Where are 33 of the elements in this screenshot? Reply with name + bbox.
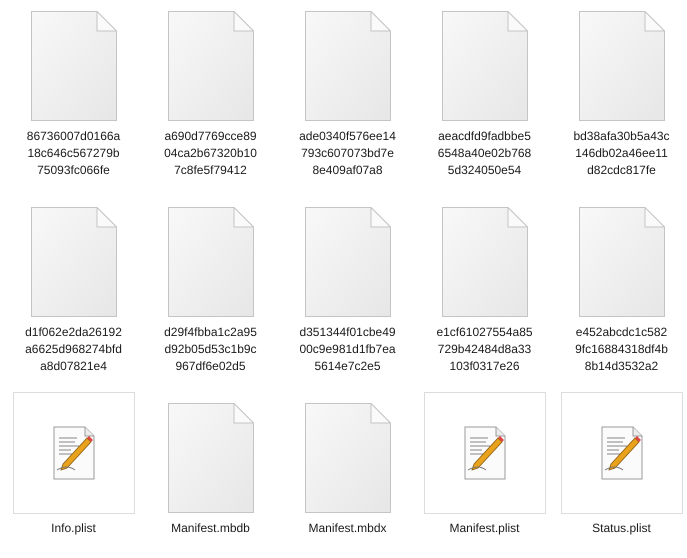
file-name: a690d7769cce8904ca2b67320b107c8fe5f79412	[163, 128, 258, 179]
file-name: d351344f01cbe4900c9e981d1fb7ea5614e7c2e5	[298, 324, 396, 375]
blank-file-icon[interactable]	[30, 11, 116, 121]
file-name: 86736007d0166a18c646c567279b75093fc066fe	[26, 128, 122, 179]
document-thumbnail[interactable]	[424, 392, 546, 514]
pencil-document-icon	[464, 426, 506, 480]
blank-file-icon[interactable]	[304, 207, 390, 317]
blank-file-icon[interactable]	[304, 403, 390, 513]
blank-file-icon[interactable]	[304, 11, 390, 121]
blank-file-icon[interactable]	[442, 11, 528, 121]
file-name: Manifest.plist	[448, 520, 521, 537]
blank-file-icon[interactable]	[578, 11, 664, 121]
file-name: Status.plist	[591, 520, 652, 537]
blank-file-icon[interactable]	[168, 11, 254, 121]
blank-file-icon[interactable]	[442, 207, 528, 317]
file-name: e452abcdc1c5829fc16884318df4b8b14d3532a2	[574, 324, 669, 375]
file-name: e1cf61027554a85729b42484d8a33103f0317e26	[436, 324, 534, 375]
pencil-document-icon	[52, 426, 94, 480]
document-thumbnail[interactable]	[560, 392, 682, 514]
file-name: Manifest.mbdx	[307, 520, 388, 537]
file-name: aeacdfd9fadbbe56548a40e02b7685d324050e54	[436, 128, 532, 179]
blank-file-icon[interactable]	[30, 207, 116, 317]
file-name: bd38afa30b5a43c146db02a46ee11d82cdc817fe	[572, 128, 670, 179]
document-thumbnail[interactable]	[12, 392, 134, 514]
blank-file-icon[interactable]	[168, 403, 254, 513]
file-name: Info.plist	[50, 520, 97, 537]
blank-file-icon[interactable]	[168, 207, 254, 317]
file-name: d29f4fbba1c2a95d92b05d53c1b9c967df6e02d5	[163, 324, 258, 375]
pencil-document-icon	[600, 426, 642, 480]
blank-file-icon[interactable]	[578, 207, 664, 317]
file-name: Manifest.mbdb	[170, 520, 251, 537]
file-name: d1f062e2da26192a6625d968274bfda8d07821e4	[24, 324, 122, 375]
file-name: ade0340f576ee14793c607073bd7e8e409af07a8	[298, 128, 396, 179]
